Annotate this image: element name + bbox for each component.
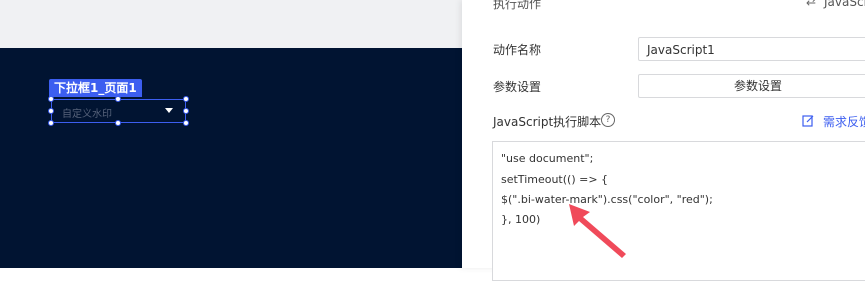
action-type-label[interactable]: JavaScript xyxy=(824,0,865,9)
script-label: JavaScript执行脚本 xyxy=(493,115,602,129)
edit-icon[interactable] xyxy=(802,114,815,127)
action-settings-panel: 执行动作 ⇄ JavaScript 动作名称 JavaScript1 参数设置 … xyxy=(462,0,865,281)
action-name-label: 动作名称 xyxy=(493,43,542,57)
resize-handle-top-right[interactable] xyxy=(183,96,189,102)
params-label: 参数设置 xyxy=(493,80,542,94)
params-button[interactable]: 参数设置 xyxy=(638,74,865,98)
resize-handle-top-left[interactable] xyxy=(48,96,54,102)
question-icon[interactable]: ? xyxy=(601,113,615,127)
resize-handle-top[interactable] xyxy=(115,96,121,102)
widget-name-tag[interactable]: 下拉框1_页面1 xyxy=(49,79,142,97)
script-editor[interactable]: "use document"; setTimeout(() => { $(".b… xyxy=(492,141,865,281)
action-name-value: JavaScript1 xyxy=(647,43,715,57)
code-line: setTimeout(() => { xyxy=(501,173,609,186)
action-name-input[interactable]: JavaScript1 xyxy=(638,37,865,61)
resize-handle-bottom-right[interactable] xyxy=(183,120,189,126)
dropdown-placeholder: 自定义水印 xyxy=(62,109,112,120)
caret-down-icon[interactable] xyxy=(165,108,173,113)
feedback-link[interactable]: 需求反馈 xyxy=(823,113,865,130)
resize-handle-right[interactable] xyxy=(183,108,189,114)
code-line: $(".bi-water-mark").css("color", "red"); xyxy=(501,193,713,206)
resize-handle-left[interactable] xyxy=(48,108,54,114)
resize-handle-bottom[interactable] xyxy=(115,120,121,126)
canvas-top-strip xyxy=(0,0,462,48)
code-line: "use document"; xyxy=(501,152,594,165)
panel-header: 执行动作 ⇄ JavaScript xyxy=(462,0,865,14)
code-line: }, 100) xyxy=(501,213,541,226)
swap-icon[interactable]: ⇄ xyxy=(806,0,816,8)
panel-header-title: 执行动作 xyxy=(493,0,542,11)
resize-handle-bottom-left[interactable] xyxy=(48,120,54,126)
